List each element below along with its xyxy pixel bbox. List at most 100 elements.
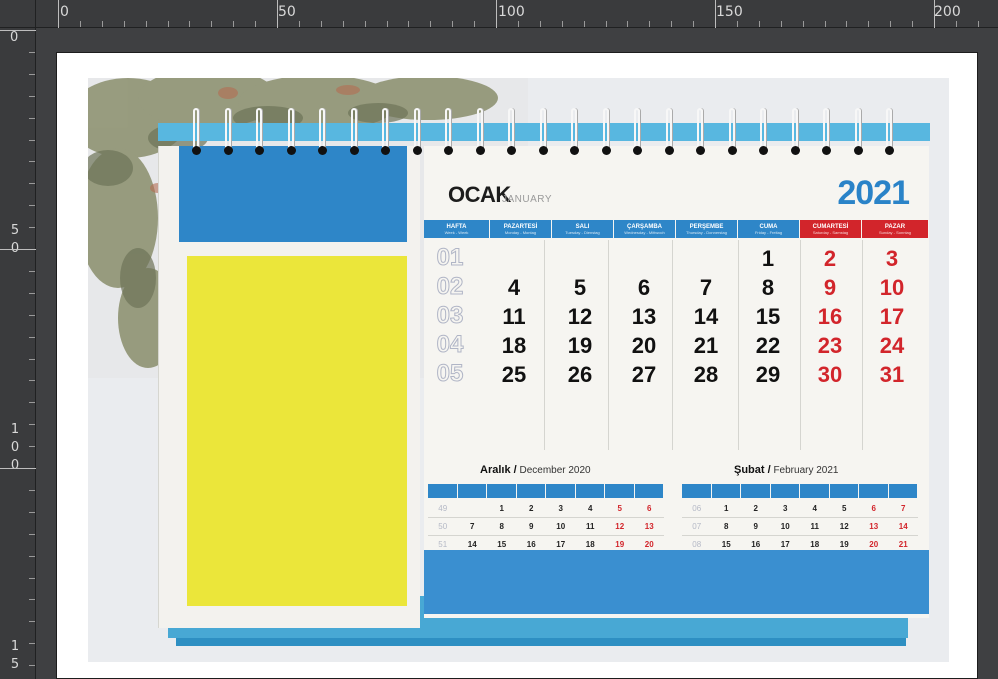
mini-week-row: 06 1 2 3 4 5 6 7 <box>682 500 918 518</box>
ruler-tick <box>29 292 35 294</box>
day-cell: 9 <box>823 275 837 300</box>
ruler-tick <box>29 380 35 382</box>
mini-week-row: 49 1 2 3 4 5 6 <box>428 500 664 518</box>
day-cell: 17 <box>879 304 905 329</box>
mini-header-cell <box>770 484 800 498</box>
ruler-corner <box>0 0 36 28</box>
mini-day-cell: 6 <box>871 504 876 513</box>
ruler-tick <box>29 511 35 513</box>
ruler-tick <box>955 21 957 27</box>
mini-day-cell: 13 <box>869 522 879 531</box>
ruler-tick <box>517 21 519 27</box>
day-cell: 19 <box>567 333 593 358</box>
ruler-tick <box>29 402 35 404</box>
mini-day-cell: 14 <box>898 522 908 531</box>
day-cell: 26 <box>567 362 593 387</box>
ruler-tick <box>123 21 125 27</box>
spiral-ring <box>822 108 831 156</box>
mini-day-cell: 10 <box>556 522 566 531</box>
mini-day-cell: 8 <box>724 522 729 531</box>
day-cell: 23 <box>817 333 843 358</box>
ruler-tick <box>29 665 35 667</box>
mini-header-cell <box>859 484 889 498</box>
day-cell: 3 <box>885 246 899 271</box>
spiral-ring <box>192 108 201 156</box>
ruler-tick <box>211 21 213 27</box>
ruler-tick <box>29 621 35 623</box>
ruler-tick <box>79 21 81 27</box>
mini-day-cell: 1 <box>724 504 729 513</box>
ruler-tick <box>29 489 35 491</box>
ruler-tick <box>233 21 235 27</box>
mini-day-cell: 3 <box>783 504 788 513</box>
ruler-tick <box>0 30 36 31</box>
day-cell: 6 <box>637 275 651 300</box>
ruler-tick <box>890 21 892 27</box>
spiral-ring <box>286 108 296 156</box>
placeholder-yellow-block[interactable] <box>187 256 407 606</box>
mini-day-cell: 10 <box>780 522 790 531</box>
ruler-tick <box>977 21 979 27</box>
ruler-horizontal[interactable]: 0 50 100 150 200 <box>36 0 998 28</box>
artboard[interactable]: OCAK JANUARY 2021 HAFTA Week - Week PAZART… <box>56 52 978 679</box>
ruler-tick <box>364 21 366 27</box>
spiral-ring <box>381 108 390 156</box>
ruler-tick <box>29 51 35 53</box>
ruler-vlabel-50: 50 <box>10 223 20 256</box>
weekday-header-cell: HAFTA Week - Week <box>424 220 490 238</box>
mini-day-cell: 4 <box>588 504 593 513</box>
ruler-tick <box>29 117 35 119</box>
spiral-ring <box>475 108 485 156</box>
weekday-header-cell: PAZAR Sunday - Sonntag <box>862 220 929 238</box>
spiral-ring <box>601 108 611 156</box>
page-bottom-band <box>424 550 929 614</box>
calendar-mockup-image[interactable]: OCAK JANUARY 2021 HAFTA Week - Week PAZART… <box>88 78 949 662</box>
ruler-tick <box>29 577 35 579</box>
ruler-tick <box>29 358 35 360</box>
day-cell: 2 <box>823 246 837 271</box>
ruler-tick <box>474 21 476 27</box>
ruler-tick <box>29 555 35 557</box>
ruler-label-0: 0 <box>60 4 69 20</box>
ruler-tick <box>452 21 454 27</box>
ruler-tick <box>29 227 35 229</box>
day-cell: 31 <box>879 362 905 387</box>
mini-header-cell <box>575 484 605 498</box>
mini-header-cell <box>605 484 635 498</box>
ruler-tick <box>298 21 300 27</box>
ruler-vertical[interactable]: 0 50 100 15 <box>0 28 36 679</box>
mini-day-cell: 12 <box>615 522 625 531</box>
ruler-tick <box>736 21 738 27</box>
day-cell: 13 <box>631 304 657 329</box>
mini-header-cell <box>546 484 576 498</box>
next-month-title: Şubat / February 2021 <box>734 464 839 476</box>
ruler-tick <box>167 21 169 27</box>
mini-day-cell: 5 <box>842 504 847 513</box>
mini-header-cell <box>888 484 918 498</box>
day-cell: 20 <box>631 333 657 358</box>
ruler-tick <box>846 21 848 27</box>
day-cell: 27 <box>631 362 657 387</box>
mini-header-cell <box>741 484 771 498</box>
left-blue-block <box>179 146 407 242</box>
week-number: 05 <box>436 360 464 388</box>
mini-day-cell: 11 <box>586 522 595 531</box>
mini-week-number: 49 <box>438 504 448 513</box>
ruler-label-200: 200 <box>934 4 961 20</box>
month-subtitle: JANUARY <box>502 194 552 205</box>
day-cell: 1 <box>761 246 775 271</box>
day-cell: 14 <box>693 304 719 329</box>
day-cell: 12 <box>567 304 593 329</box>
grid-divider <box>544 240 545 450</box>
weekday-header-cell: CUMA Friday - Freitag <box>738 220 800 238</box>
day-cell: 5 <box>573 275 587 300</box>
day-cell: 21 <box>693 333 719 358</box>
ruler-tick <box>824 21 826 27</box>
weekday-header-cell: PAZARTESİ Monday - Montag <box>490 220 552 238</box>
ruler-tick <box>605 21 607 27</box>
day-cell: 7 <box>699 275 713 300</box>
day-cell: 11 <box>502 304 526 329</box>
mini-week-row: 50 7 8 9 10 11 12 13 <box>428 518 664 536</box>
ruler-tick <box>912 21 914 27</box>
spiral-ring <box>664 108 674 156</box>
